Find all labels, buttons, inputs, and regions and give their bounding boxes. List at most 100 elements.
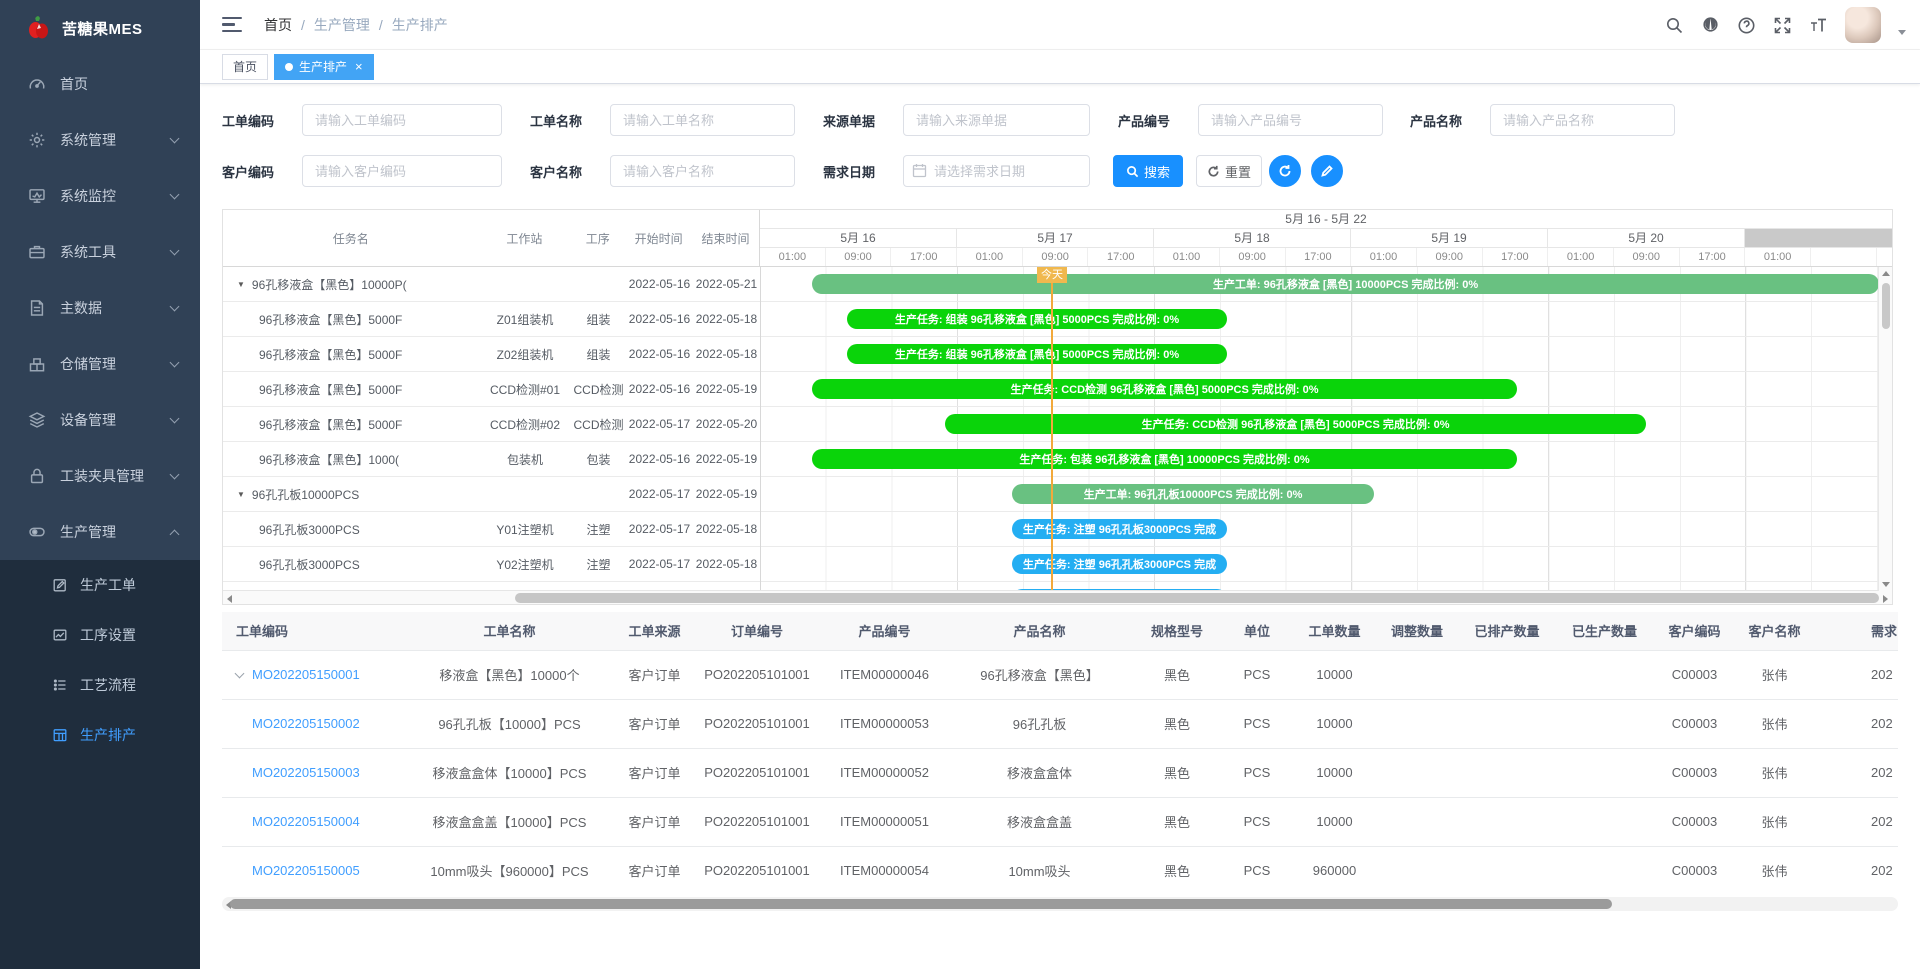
gantt-task-cell: 2022-05-16 <box>626 312 693 326</box>
submenu-item-2[interactable]: 工艺流程 <box>0 660 200 710</box>
demand-date-input[interactable] <box>903 155 1090 187</box>
scroll-up-icon[interactable] <box>1882 271 1890 276</box>
gantt-tick-label: 01:00 <box>760 248 826 266</box>
product-name-input[interactable] <box>1490 104 1675 136</box>
gantt-day-label: 5月 20 <box>1548 229 1745 247</box>
gantt-horizontal-scrollbar[interactable] <box>223 590 1892 604</box>
reset-button[interactable]: 重置 <box>1196 155 1262 187</box>
gantt-range-label: 5月 16 - 5月 22 <box>760 210 1892 229</box>
collapse-triangle-icon[interactable]: ▼ <box>237 280 245 289</box>
gantt-hscroll-thumb[interactable] <box>515 593 1879 603</box>
sidebar-item-8[interactable]: 生产管理 <box>0 504 200 560</box>
collapse-triangle-icon[interactable]: ▼ <box>237 490 245 499</box>
fullscreen-icon[interactable] <box>1773 16 1792 35</box>
gantt-bar-sel[interactable]: 生产任务: 注塑 96孔孔板3000PCS 完成 <box>1012 519 1227 539</box>
scroll-right-icon[interactable] <box>1883 595 1888 603</box>
gantt-tick-label: 17:00 <box>1088 248 1154 266</box>
table-cell: 移液盒盒体 <box>947 748 1132 797</box>
chevron-down-icon <box>170 414 180 424</box>
gantt-task-name[interactable]: ▼96孔孔板10000PCS <box>223 486 479 503</box>
list-icon <box>52 677 68 693</box>
gantt-task-name[interactable]: 96孔移液盒【黑色】1000( <box>223 451 479 468</box>
submenu-item-0[interactable]: 生产工单 <box>0 560 200 610</box>
search-button[interactable]: 搜索 <box>1113 155 1183 187</box>
table-cell: PO202205101001 <box>692 699 822 748</box>
gantt-bar-task[interactable]: 生产任务: CCD检测 96孔移液盒 [黑色] 5000PCS 完成比例: 0% <box>812 379 1517 399</box>
gantt-bar-sel[interactable]: 生产任务: 注塑 96孔孔板3000PCS 完成 <box>1012 589 1227 590</box>
gantt-bar-sel[interactable]: 生产任务: 注塑 96孔孔板3000PCS 完成 <box>1012 554 1227 574</box>
sidebar-item-4[interactable]: 主数据 <box>0 280 200 336</box>
gantt-tick-row: 01:0009:0017:0001:0009:0017:0001:0009:00… <box>760 248 1892 266</box>
edit-schedule-button[interactable] <box>1311 155 1343 187</box>
gantt-task-name[interactable]: 96孔移液盒【黑色】5000F <box>223 416 479 433</box>
workorder-code-cell: MO202205150005 <box>222 846 402 895</box>
submenu-item-1[interactable]: 工序设置 <box>0 610 200 660</box>
search-icon[interactable] <box>1665 16 1684 35</box>
gantt-task-name[interactable]: 96孔移液盒【黑色】5000F <box>223 311 479 328</box>
table-cell: 张伟 <box>1737 797 1812 846</box>
gantt-tick-label: 17:00 <box>891 248 957 266</box>
gantt-task-row: ▼96孔孔板10000PCS2022-05-172022-05-19 <box>223 477 760 512</box>
sidebar-item-3[interactable]: 系统工具 <box>0 224 200 280</box>
gantt-bar-task[interactable]: 生产任务: 包装 96孔移液盒 [黑色] 10000PCS 完成比例: 0% <box>812 449 1517 469</box>
gantt-task-row: 96孔移液盒【黑色】5000FCCD检测#01CCD检测2022-05-1620… <box>223 372 760 407</box>
app-logo[interactable]: 苦糖果MES <box>0 0 200 56</box>
scroll-down-icon[interactable] <box>1882 582 1890 587</box>
source-doc-input[interactable] <box>903 104 1090 136</box>
gantt-vertical-scrollbar[interactable] <box>1878 267 1892 591</box>
table-row: MO20220515000510mm吸头【960000】PCS客户订单PO202… <box>222 846 1898 895</box>
table-hscroll-thumb[interactable] <box>230 899 1612 909</box>
breadcrumb-scheduling[interactable]: 生产排产 <box>392 15 448 35</box>
avatar-caret-icon[interactable] <box>1898 30 1906 35</box>
sidebar-item-0[interactable]: 首页 <box>0 56 200 112</box>
sidebar-item-1[interactable]: 系统管理 <box>0 112 200 168</box>
tab-production-scheduling[interactable]: 生产排产 × <box>274 54 374 80</box>
workorder-code-input[interactable] <box>302 104 502 136</box>
refresh-gantt-button[interactable] <box>1269 155 1301 187</box>
breadcrumb-home[interactable]: 首页 <box>264 15 292 35</box>
workorder-code-link[interactable]: MO202205150003 <box>252 765 360 780</box>
sidebar-item-5[interactable]: 仓储管理 <box>0 336 200 392</box>
sidebar-item-label: 工装夹具管理 <box>60 466 144 486</box>
scroll-left-icon[interactable] <box>227 595 232 603</box>
topbar-actions <box>1665 0 1906 50</box>
gantt-task-name[interactable]: 96孔孔板3000PCS <box>223 556 479 573</box>
filter-workorder-code: 工单编码 <box>222 104 502 136</box>
gantt-task-name[interactable]: 96孔孔板3000PCS <box>223 521 479 538</box>
customer-code-input[interactable] <box>302 155 502 187</box>
sidebar-item-2[interactable]: 系统监控 <box>0 168 200 224</box>
gantt-bar-parent[interactable]: 生产工单: 96孔移液盒 [黑色] 10000PCS 完成比例: 0% <box>812 274 1879 294</box>
workorder-code-link[interactable]: MO202205150001 <box>252 667 360 682</box>
sidebar-item-7[interactable]: 工装夹具管理 <box>0 448 200 504</box>
sidebar-item-6[interactable]: 设备管理 <box>0 392 200 448</box>
workorder-code-link[interactable]: MO202205150004 <box>252 814 360 829</box>
sidebar-collapse-icon[interactable] <box>222 17 242 33</box>
breadcrumb-production[interactable]: 生产管理 <box>314 15 370 35</box>
gantt-task-name[interactable]: 96孔移液盒【黑色】5000F <box>223 381 479 398</box>
workorder-code-link[interactable]: MO202205150005 <box>252 863 360 878</box>
row-expand-icon[interactable] <box>235 669 245 679</box>
avatar[interactable] <box>1845 7 1881 43</box>
gantt-bar-task[interactable]: 生产任务: 组装 96孔移液盒 [黑色] 5000PCS 完成比例: 0% <box>847 309 1227 329</box>
table-column-header: 工单来源 <box>617 612 692 650</box>
gantt-bar-parent[interactable]: 生产工单: 96孔孔板10000PCS 完成比例: 0% <box>1012 484 1374 504</box>
workorder-code-link[interactable]: MO202205150002 <box>252 716 360 731</box>
gantt-task-name[interactable]: 96孔移液盒【黑色】5000F <box>223 346 479 363</box>
fontsize-icon[interactable] <box>1809 16 1828 35</box>
help-icon[interactable] <box>1737 16 1756 35</box>
tab-home[interactable]: 首页 <box>222 54 268 80</box>
tab-close-icon[interactable]: × <box>355 60 363 73</box>
customer-name-input[interactable] <box>610 155 795 187</box>
product-code-input[interactable] <box>1198 104 1383 136</box>
github-icon[interactable] <box>1701 16 1720 35</box>
gantt-bar-task[interactable]: 生产任务: 组装 96孔移液盒 [黑色] 5000PCS 完成比例: 0% <box>847 344 1227 364</box>
table-horizontal-scrollbar[interactable] <box>222 897 1898 911</box>
main-area: 首页 / 生产管理 / 生产排产 首页 生产排 <box>200 0 1920 969</box>
workorder-name-input[interactable] <box>610 104 795 136</box>
calendar-icon <box>912 163 927 178</box>
gantt-task-name[interactable]: ▼96孔移液盒【黑色】10000P( <box>223 276 479 293</box>
submenu-item-3[interactable]: 生产排产 <box>0 710 200 760</box>
gantt-vscroll-thumb[interactable] <box>1882 283 1890 329</box>
logo-fruit-icon <box>26 15 52 41</box>
table-cell: 张伟 <box>1737 699 1812 748</box>
